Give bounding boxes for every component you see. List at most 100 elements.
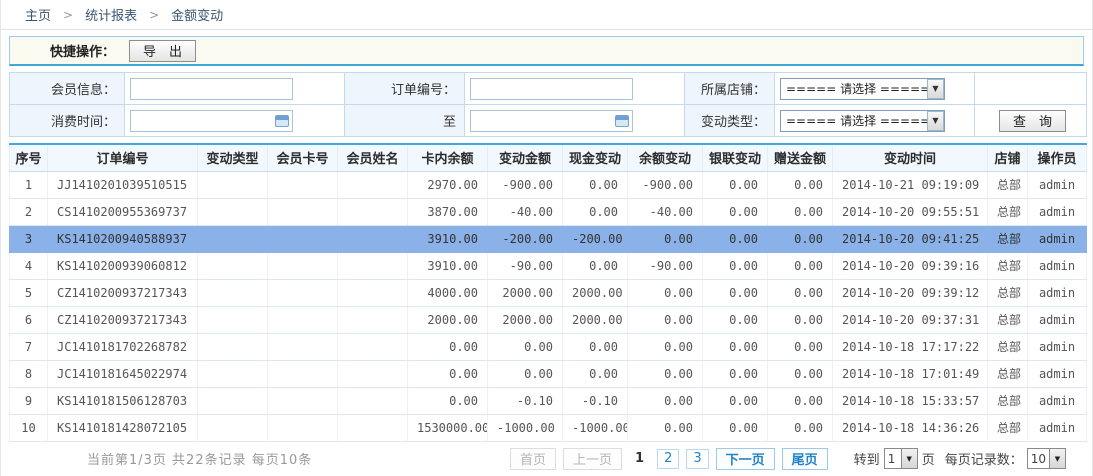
table-cell: CZ1410200937217343: [48, 306, 198, 333]
table-row[interactable]: 7JC14101817022687820.000.000.000.000.000…: [10, 333, 1087, 360]
store-select-value: ===== 请选择 =====: [781, 80, 927, 97]
table-cell: 0.00: [628, 333, 703, 360]
chevron-down-icon[interactable]: ▼: [927, 79, 944, 99]
table-cell: admin: [1028, 387, 1087, 414]
last-page-button[interactable]: 尾页: [782, 448, 828, 470]
table-row[interactable]: 8JC14101816450229740.000.000.000.000.000…: [10, 360, 1087, 387]
column-header: 卡内余额: [408, 144, 488, 171]
table-cell: 4000.00: [408, 279, 488, 306]
member-info-input[interactable]: [130, 78, 293, 100]
table-cell: [268, 252, 338, 279]
order-no-input[interactable]: [470, 78, 633, 100]
store-label: 所属店铺：: [685, 73, 775, 105]
table-row[interactable]: 2CS14102009553697373870.00-40.000.00-40.…: [10, 198, 1087, 225]
table-cell: 总部: [988, 279, 1028, 306]
table-cell: 0.00: [768, 306, 833, 333]
table-cell: 0.00: [628, 387, 703, 414]
table-cell: 总部: [988, 333, 1028, 360]
store-select[interactable]: ===== 请选择 ===== ▼: [780, 78, 945, 100]
table-cell: [268, 360, 338, 387]
table-cell: 0.00: [628, 225, 703, 252]
table-cell: admin: [1028, 414, 1087, 441]
prev-page-button[interactable]: 上一页: [563, 448, 622, 470]
change-type-select[interactable]: ===== 请选择 ===== ▼: [780, 110, 945, 132]
table-cell: [198, 171, 268, 198]
table-cell: -90.00: [628, 252, 703, 279]
table-cell: 0.00: [628, 414, 703, 441]
pagination: 首页 上一页 1 2 3 下一页 尾页: [503, 448, 828, 470]
table-cell: [198, 306, 268, 333]
table-cell: 0.00: [768, 171, 833, 198]
table-row[interactable]: 1JJ14102010395105152970.00-900.000.00-90…: [10, 171, 1087, 198]
consume-time-to-input[interactable]: [470, 110, 633, 132]
table-cell: [268, 198, 338, 225]
table-cell: 9: [10, 387, 48, 414]
table-cell: 0.00: [408, 387, 488, 414]
table-cell: [338, 387, 408, 414]
table-cell: JC1410181645022974: [48, 360, 198, 387]
table-cell: 2014-10-18 14:36:26: [833, 414, 988, 441]
page-number-current: 1: [629, 449, 650, 469]
next-page-button[interactable]: 下一页: [716, 448, 775, 470]
breadcrumb-separator: >: [149, 8, 159, 22]
table-row[interactable]: 6CZ14102009372173432000.002000.002000.00…: [10, 306, 1087, 333]
table-cell: [198, 198, 268, 225]
table-cell: CZ1410200937217343: [48, 279, 198, 306]
table-cell: 2000.00: [408, 306, 488, 333]
search-button[interactable]: 查 询: [999, 110, 1066, 132]
table-cell: 3910.00: [408, 252, 488, 279]
table-row-selected[interactable]: 3KS14102009405889373910.00-200.00-200.00…: [10, 225, 1087, 252]
table-cell: 10: [10, 414, 48, 441]
table-cell: -900.00: [488, 171, 563, 198]
calendar-icon[interactable]: [615, 115, 629, 127]
goto-suffix: 页: [922, 449, 935, 468]
table-cell: [268, 387, 338, 414]
table-cell: 0.00: [703, 171, 768, 198]
table-cell: 2014-10-20 09:41:25: [833, 225, 988, 252]
table-cell: 0.00: [768, 225, 833, 252]
goto-page-select[interactable]: 1 ▼: [884, 448, 918, 469]
table-cell: 3: [10, 225, 48, 252]
page-size-select[interactable]: 10 ▼: [1027, 448, 1066, 469]
order-no-label: 订单编号：: [345, 73, 465, 105]
table-cell: 0.00: [703, 306, 768, 333]
table-cell: 2014-10-20 09:39:16: [833, 252, 988, 279]
chevron-down-icon[interactable]: ▼: [927, 111, 944, 131]
page-number-2[interactable]: 2: [657, 449, 679, 469]
table-cell: [338, 414, 408, 441]
table-row[interactable]: 10KS14101814280721051530000.00-1000.00-1…: [10, 414, 1087, 441]
table-cell: [268, 279, 338, 306]
breadcrumb-report[interactable]: 统计报表: [85, 5, 137, 24]
table-row[interactable]: 9KS14101815061287030.00-0.10-0.100.000.0…: [10, 387, 1087, 414]
table-cell: 2970.00: [408, 171, 488, 198]
table-row[interactable]: 5CZ14102009372173434000.002000.002000.00…: [10, 279, 1087, 306]
column-header: 变动时间: [833, 144, 988, 171]
consume-time-from-field: [130, 110, 293, 132]
table-cell: CS1410200955369737: [48, 198, 198, 225]
table-cell: 2014-10-20 09:39:12: [833, 279, 988, 306]
table-cell: 0.00: [408, 360, 488, 387]
column-header: 现金变动: [563, 144, 628, 171]
column-header: 变动金额: [488, 144, 563, 171]
member-info-label: 会员信息：: [10, 73, 125, 105]
page-number-3[interactable]: 3: [686, 449, 708, 469]
goto-controls: 转到 1 ▼ 页 每页记录数： 10 ▼: [850, 448, 1066, 469]
table-cell: -0.10: [488, 387, 563, 414]
chevron-down-icon[interactable]: ▼: [1049, 449, 1065, 468]
chevron-down-icon[interactable]: ▼: [901, 449, 917, 468]
breadcrumb-home[interactable]: 主页: [25, 5, 51, 24]
consume-time-from-input[interactable]: [130, 110, 293, 132]
calendar-icon[interactable]: [275, 115, 289, 127]
table-cell: 总部: [988, 306, 1028, 333]
table-cell: 总部: [988, 225, 1028, 252]
table-row[interactable]: 4KS14102009390608123910.00-90.000.00-90.…: [10, 252, 1087, 279]
table-cell: [268, 306, 338, 333]
table-cell: [198, 252, 268, 279]
first-page-button[interactable]: 首页: [510, 448, 556, 470]
export-button[interactable]: 导 出: [129, 40, 196, 62]
table-cell: 0.00: [768, 414, 833, 441]
table-cell: admin: [1028, 225, 1087, 252]
table-cell: [198, 279, 268, 306]
table-cell: 7: [10, 333, 48, 360]
table-cell: 0.00: [768, 252, 833, 279]
